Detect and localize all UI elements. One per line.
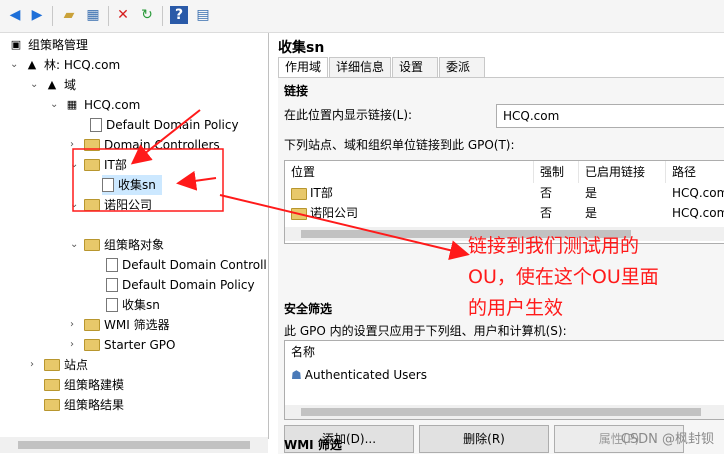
tree-item-default-policy[interactable]: Default Domain Policy [90,115,239,135]
tree-horizontal-scrollbar[interactable] [0,437,268,453]
tab-settings[interactable]: 设置 [392,57,439,77]
chevron-down-icon[interactable]: ⌄ [10,55,20,75]
gpo-link-icon [90,118,102,132]
tree-item-domain-controllers[interactable]: › Domain Controllers [70,135,220,155]
tab-delegation[interactable]: 委派 [439,57,486,77]
help-icon[interactable]: ? [170,6,188,24]
tab-scope[interactable]: 作用域 [278,57,329,78]
remove-button[interactable]: 删除(R) [419,425,549,453]
watermark: CSDN @枫封钡 [620,432,714,447]
tab-details[interactable]: 详细信息 [329,57,392,77]
toolbar-separator [108,6,109,26]
forest-icon: ▲ [27,58,37,71]
scrollbar-thumb[interactable] [18,441,250,449]
tree-item-wmi[interactable]: › WMI 筛选器 [70,315,170,335]
detail-tabs: 作用域 详细信息 设置 委派 [278,57,486,78]
chevron-right-icon[interactable]: › [30,355,40,375]
tree-item-gpo-object[interactable]: 收集sn [106,295,160,315]
chevron-down-icon[interactable]: ⌄ [70,155,80,175]
column-header-name[interactable]: 名称 [285,341,721,363]
security-horizontal-scrollbar[interactable] [285,405,724,419]
tree-item-modeling[interactable]: 组策略建模 [44,375,124,395]
chevron-down-icon[interactable]: ⌄ [30,75,40,95]
chevron-right-icon[interactable]: › [70,315,80,335]
column-header-enforced[interactable]: 强制 [534,161,579,183]
delete-x-icon[interactable]: ✕ [114,6,132,24]
row-path-cell: HCQ.com [672,206,724,220]
wmi-folder-icon [84,319,100,331]
row-enforced-cell: 否 [540,206,553,220]
row-enforced-cell: 否 [540,186,553,200]
back-arrow-icon[interactable]: ◀ [6,6,24,24]
row-path-cell: HCQ.com [672,186,724,200]
annotation-line-3: 的用户生效 [468,297,564,319]
row-enabled-cell: 是 [585,186,598,200]
chevron-right-icon[interactable]: › [70,135,80,155]
toolbar: ◀ ▶ ▰ ▦ ✕ ↻ ? ▤ [0,0,724,33]
ou-folder-icon [291,207,307,220]
results-icon [44,399,60,411]
sites-folder-icon [44,359,60,371]
gpo-folder-icon [84,239,100,251]
gpo-icon [106,298,118,312]
scrollbar-thumb[interactable] [301,408,701,416]
linked-label: 下列站点、域和组织单位链接到此 GPO(T): [284,138,515,152]
tree-item-domain[interactable]: ⌄ ▦ HCQ.com [50,95,140,115]
tree-item-gpo-object[interactable]: Default Domain Controll [106,255,267,275]
column-header-location[interactable]: 位置 [285,161,534,183]
security-table: 名称 ☗ Authenticated Users [284,340,724,420]
gpo-link-icon [102,178,114,192]
chevron-down-icon[interactable]: ⌄ [50,95,60,115]
gpm-icon: ▣ [10,38,22,51]
tree-item-forest[interactable]: ⌄ ▲ 林: HCQ.com [10,55,120,75]
gpo-icon [106,258,118,272]
chevron-right-icon[interactable]: › [70,335,80,355]
users-group-icon: ☗ [291,368,302,382]
row-enabled-cell: 是 [585,206,598,220]
tree-item-domains[interactable]: ⌄ ▲ 域 [30,75,76,95]
tree-item-starter[interactable]: › Starter GPO [70,335,175,355]
tree-item-gpo-link-selected[interactable]: 收集sn [102,175,162,195]
toolbar-separator [52,6,53,26]
tree-item-it-ou[interactable]: ⌄ IT部 [70,155,127,175]
starter-folder-icon [84,339,100,351]
grid-view-icon[interactable]: ▦ [84,6,102,24]
domains-icon: ▲ [47,78,57,91]
links-heading: 链接 [284,84,309,98]
chevron-down-icon[interactable]: ⌄ [70,195,80,215]
annotation-line-2: OU，使在这个OU里面 [468,266,659,288]
domain-icon: ▦ [66,98,78,111]
column-header-path[interactable]: 路径 [666,161,724,183]
location-label: 在此位置内显示链接(L): [284,108,413,122]
ou-folder-icon [291,187,307,200]
security-heading: 安全筛选 [284,302,333,316]
tree-item-gpo-object[interactable]: Default Domain Policy [106,275,255,295]
security-label: 此 GPO 内的设置只应用于下列组、用户和计算机(S): [284,324,567,338]
row-location-cell: IT部 [285,183,333,203]
panel-icon[interactable]: ▤ [194,6,212,24]
location-dropdown[interactable]: HCQ.com [496,104,724,128]
wmi-heading: WMI 筛选 [284,438,342,452]
folder-up-icon[interactable]: ▰ [60,6,78,24]
chevron-down-icon[interactable]: ⌄ [70,235,80,255]
gpo-icon [106,278,118,292]
table-row[interactable]: ☗ Authenticated Users [285,365,427,385]
tree-item-company-ou[interactable]: ⌄ 诺阳公司 [70,195,152,215]
tree-item-gpo-objects[interactable]: ⌄ 组策略对象 [70,235,164,255]
column-header-enabled[interactable]: 已启用链接 [579,161,666,183]
toolbar-separator [162,6,163,26]
modeling-icon [44,379,60,391]
annotation-line-1: 链接到我们测试用的 [468,235,640,257]
row-location-cell: 诺阳公司 [285,203,358,223]
ou-folder-icon [84,139,100,151]
tree-item-results[interactable]: 组策略结果 [44,395,124,415]
refresh-icon[interactable]: ↻ [138,6,156,24]
tree-item-sites[interactable]: › 站点 [30,355,88,375]
tree-item-root[interactable]: ▣ 组策略管理 [8,35,88,55]
ou-folder-icon [84,199,100,211]
navigation-tree: ▣ 组策略管理 ⌄ ▲ 林: HCQ.com ⌄ ▲ 域 ⌄ ▦ HCQ.com… [0,33,269,439]
gpo-title: 收集sn [278,40,325,56]
ou-folder-icon [84,159,100,171]
forward-arrow-icon[interactable]: ▶ [28,6,46,24]
